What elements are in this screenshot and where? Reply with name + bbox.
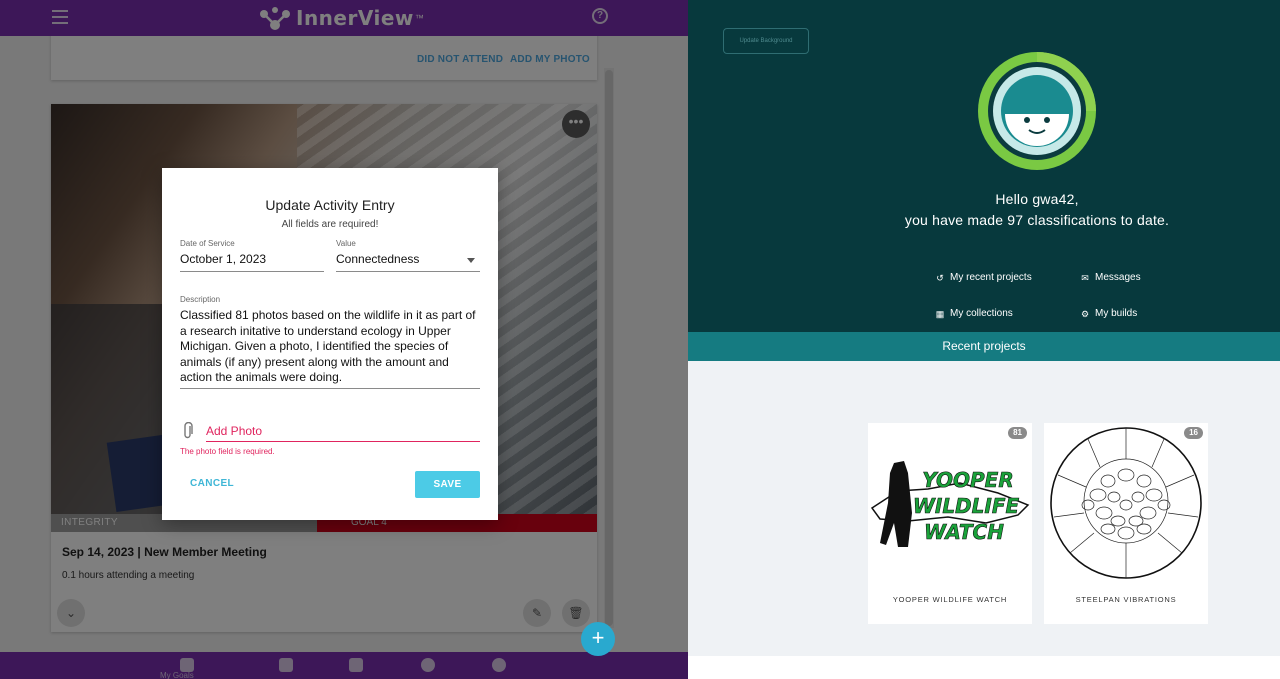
project-name: YOOPER WILDLIFE WATCH	[892, 595, 1008, 604]
dialog-subtitle: All fields are required!	[281, 219, 379, 230]
classification-count-text: you have made 97 classifications to date…	[904, 212, 1170, 228]
messages-link[interactable]: ✉ Messages	[1080, 272, 1141, 283]
yooper-wildlife-logo: YOOPER WILDLIFE WATCH	[870, 461, 1030, 547]
zooniverse-pane: Update Background Hello gwa42, you have …	[688, 0, 1280, 679]
yooper-logo-line-2: WILDLIFE	[913, 494, 1020, 518]
date-field[interactable]: October 1, 2023	[180, 252, 266, 266]
add-fab-button[interactable]: +	[581, 622, 615, 656]
cancel-button[interactable]: CANCEL	[178, 471, 246, 497]
profile-hero: Update Background Hello gwa42, you have …	[688, 0, 1280, 332]
gear-icon: ⚙	[1080, 308, 1090, 319]
my-builds-link[interactable]: ⚙ My builds	[1080, 308, 1137, 319]
project-card-steelpan[interactable]: 16 STEELPAN VIBRATIONS	[1044, 423, 1208, 624]
steelpan-diagram	[1050, 427, 1202, 579]
my-collections-label: My collections	[950, 308, 1013, 319]
photo-error-message: The photo field is required.	[180, 447, 275, 456]
save-button[interactable]: SAVE	[415, 471, 480, 498]
my-recent-projects-link[interactable]: ↺ My recent projects	[935, 272, 1032, 283]
envelope-icon: ✉	[1081, 272, 1089, 283]
classification-count-badge: 81	[1008, 427, 1027, 439]
yooper-logo-line-3: WATCH	[924, 520, 1004, 544]
description-label: Description	[180, 295, 221, 304]
innerview-pane: InnerView ™ ? DID NOT ATTEND ADD MY PHOT…	[0, 0, 688, 679]
add-photo-field[interactable]: Add Photo	[206, 424, 262, 438]
grid-icon: ▦	[935, 308, 945, 319]
my-collections-link[interactable]: ▦ My collections	[935, 308, 1013, 319]
user-avatar[interactable]	[978, 52, 1096, 170]
project-card-yooper[interactable]: 81 YOOPER WILDLIFE WATCH YOOPER WILDLIFE…	[868, 423, 1032, 624]
history-icon: ↺	[936, 272, 944, 283]
project-name: STEELPAN VIBRATIONS	[1075, 595, 1177, 604]
dropdown-caret-icon[interactable]	[467, 258, 475, 263]
greeting-text: Hello gwa42,	[995, 191, 1079, 207]
messages-label: Messages	[1095, 272, 1141, 283]
update-activity-dialog: Update Activity Entry All fields are req…	[162, 168, 498, 520]
paperclip-icon	[184, 422, 193, 439]
footer-strip	[688, 656, 1280, 679]
recent-projects-header: Recent projects	[688, 332, 1280, 361]
dialog-title: Update Activity Entry	[265, 197, 395, 213]
my-recent-projects-label: My recent projects	[950, 272, 1032, 283]
update-background-button[interactable]: Update Background	[723, 28, 809, 54]
yooper-logo-line-1: YOOPER	[922, 468, 1014, 492]
value-select[interactable]: Connectedness	[336, 252, 419, 266]
description-textarea[interactable]: Classified 81 photos based on the wildli…	[180, 308, 482, 386]
date-label: Date of Service	[180, 239, 235, 248]
my-builds-label: My builds	[1095, 308, 1138, 319]
value-label: Value	[336, 239, 356, 248]
